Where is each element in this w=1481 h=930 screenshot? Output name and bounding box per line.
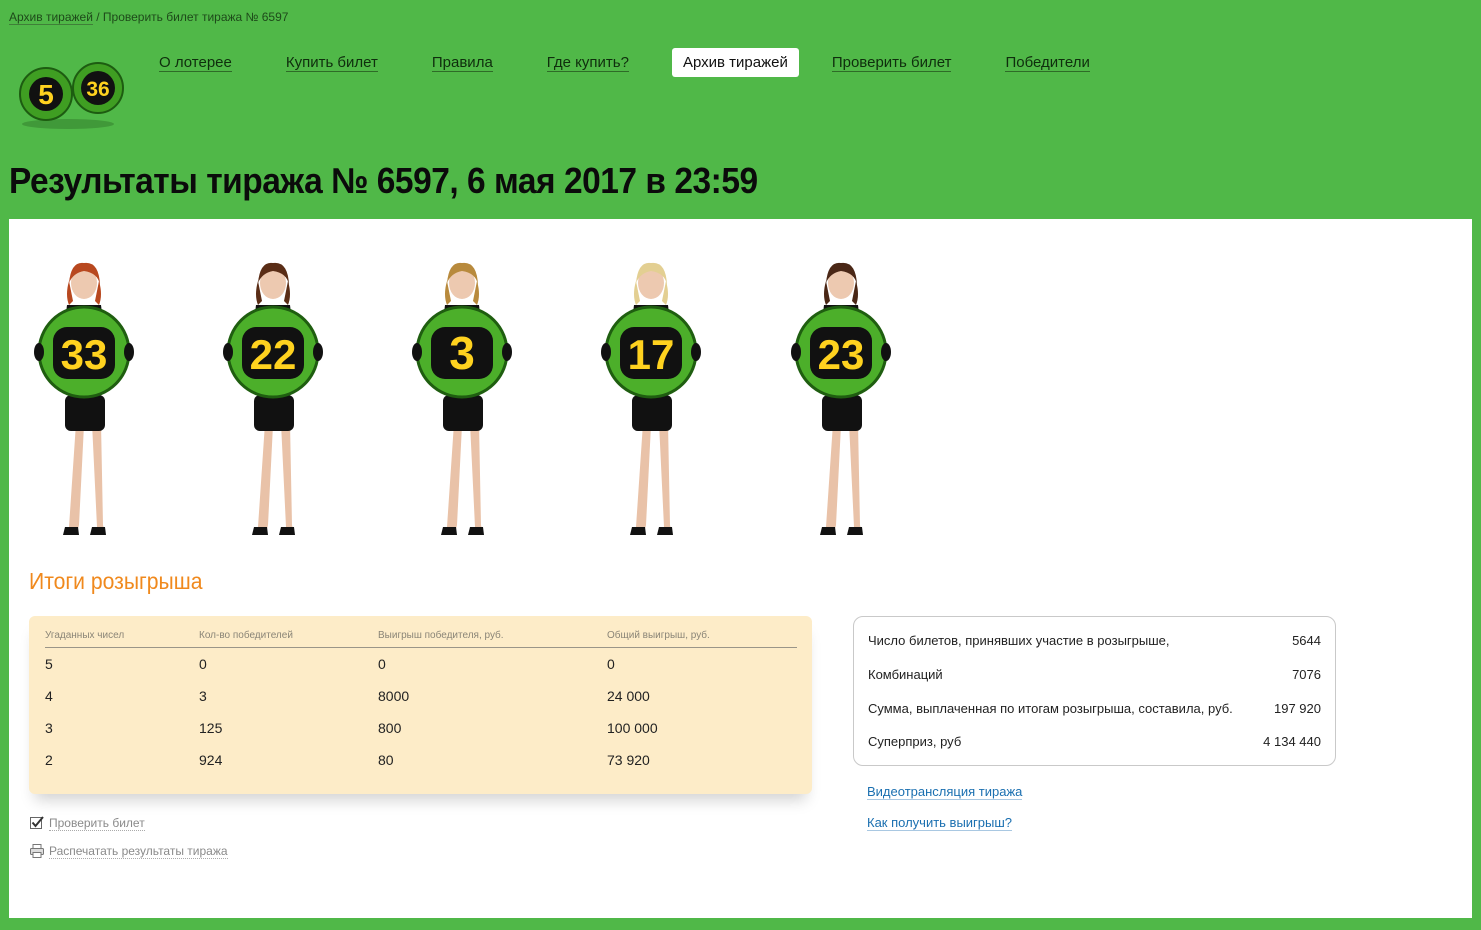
nav-item-archive[interactable]: Архив тиражей (671, 48, 799, 77)
nav-item-where-to-buy[interactable]: Где купить? (536, 48, 640, 77)
nav-item-label: О лотерее (159, 54, 232, 72)
main-nav: О лотерее Купить билет Правила Где купит… (148, 48, 1133, 77)
stat-superprize: Суперприз, руб 4 134 440 (868, 734, 1321, 749)
cell-guessed: 4 (45, 688, 53, 704)
breadcrumb-separator: / (92, 10, 103, 24)
cell-winner-prize: 80 (378, 752, 394, 768)
printer-icon (30, 844, 44, 858)
cell-winners: 0 (199, 656, 207, 672)
drawn-ball-number: 3 (449, 327, 475, 379)
stat-value: 4 134 440 (1263, 734, 1321, 749)
drawn-ball-4: 17 (601, 262, 701, 535)
print-results-link[interactable]: Распечатать результаты тиража (49, 844, 228, 859)
drawn-ball-number: 23 (818, 331, 865, 378)
cell-winners: 924 (199, 752, 223, 768)
lottery-logo[interactable]: 5 36 (18, 58, 130, 130)
header-winner-prize: Выигрыш победителя, руб. (378, 628, 607, 648)
table-row: 2 924 80 73 920 (45, 744, 797, 776)
nav-item-label: Купить билет (285, 54, 378, 72)
stat-label: Сумма, выплаченная по итогам розыгрыша, … (868, 701, 1233, 716)
nav-item-label: Проверить билет (831, 54, 952, 72)
cell-guessed: 3 (45, 720, 53, 736)
check-ticket-link[interactable]: Проверить билет (49, 816, 145, 831)
cell-winners: 3 (199, 688, 207, 704)
cell-winner-prize: 0 (378, 656, 386, 672)
nav-item-buy-ticket[interactable]: Купить билет (275, 48, 389, 77)
breadcrumb-current: Проверить билет тиража № 6597 (102, 10, 289, 24)
table-row: 3 125 800 100 000 (45, 712, 797, 744)
stat-label: Суперприз, руб (868, 734, 962, 749)
video-link-label: Видеотрансляция тиража (867, 784, 1023, 800)
check-ticket-action[interactable]: Проверить билет (29, 815, 228, 831)
results-title: Итоги розыгрыша (29, 568, 203, 594)
result-actions: Проверить билет Распечатать результаты т… (29, 815, 228, 871)
table-row: 5 0 0 0 (45, 648, 797, 681)
logo-ball-1: 5 (38, 79, 54, 110)
nav-item-winners[interactable]: Победители (994, 48, 1100, 77)
stat-label: Комбинаций (868, 667, 943, 682)
cell-guessed: 5 (45, 656, 53, 672)
breadcrumb: Архив тиражей / Проверить билет тиража №… (9, 10, 289, 25)
cell-total-prize: 24 000 (607, 688, 650, 704)
header-winners-count: Кол-во победителей (199, 628, 378, 648)
drawn-ball-3: 3 (412, 262, 512, 535)
nav-item-about[interactable]: О лотерее (148, 48, 243, 77)
stat-value: 7076 (1292, 667, 1321, 682)
how-to-get-prize-link[interactable]: Как получить выигрыш? (867, 815, 1022, 831)
cell-total-prize: 73 920 (607, 752, 650, 768)
drawn-ball-number: 33 (61, 331, 108, 378)
drawn-ball-number: 22 (250, 331, 297, 378)
checkbox-checked-icon (30, 816, 44, 829)
table-row: 4 3 8000 24 000 (45, 680, 797, 712)
header-total-prize: Общий выигрыш, руб. (607, 628, 797, 648)
drawn-ball-2: 22 (223, 262, 323, 535)
cell-guessed: 2 (45, 752, 53, 768)
nav-item-label: Победители (1005, 54, 1090, 72)
prize-table: Угаданных чисел Кол-во победителей Выигр… (45, 628, 797, 776)
nav-item-label: Архив тиражей (682, 54, 788, 71)
breadcrumb-archive-link[interactable]: Архив тиражей (9, 10, 93, 25)
stat-value: 197 920 (1274, 701, 1321, 716)
cell-winners: 125 (199, 720, 223, 736)
stat-paid-total: Сумма, выплаченная по итогам розыгрыша, … (868, 701, 1321, 716)
stat-tickets: Число билетов, принявших участие в розыг… (868, 633, 1321, 648)
video-link[interactable]: Видеотрансляция тиража (867, 784, 1023, 800)
side-links: Видеотрансляция тиража Как получить выиг… (867, 784, 1023, 846)
drawn-ball-1: 33 (34, 262, 134, 535)
nav-item-label: Где купить? (546, 54, 629, 72)
drawn-ball-number: 17 (628, 331, 675, 378)
prize-table-header: Угаданных чисел Кол-во победителей Выигр… (45, 628, 797, 648)
logo-ball-2: 36 (86, 78, 109, 101)
nav-item-label: Правила (431, 54, 493, 72)
prize-table-card: Угаданных чисел Кол-во победителей Выигр… (29, 616, 812, 794)
how-to-get-link-label: Как получить выигрыш? (867, 815, 1013, 831)
header-guessed: Угаданных чисел (45, 628, 199, 648)
nav-item-check-ticket[interactable]: Проверить билет (821, 48, 963, 77)
cell-total-prize: 100 000 (607, 720, 658, 736)
drawn-balls: 33 22 3 17 23 (9, 219, 909, 549)
cell-total-prize: 0 (607, 656, 615, 672)
results-panel: 33 22 3 17 23 Итоги розыгрыша Угаданных чисе… (9, 219, 1472, 918)
draw-stats-box: Число билетов, принявших участие в розыг… (853, 616, 1336, 766)
page-title: Результаты тиража № 6597, 6 мая 2017 в 2… (9, 160, 758, 201)
stat-label: Число билетов, принявших участие в розыг… (868, 633, 1170, 648)
cell-winner-prize: 800 (378, 720, 402, 736)
stat-combinations: Комбинаций 7076 (868, 667, 1321, 682)
drawn-ball-5: 23 (791, 262, 891, 535)
stat-value: 5644 (1292, 633, 1321, 648)
nav-item-rules[interactable]: Правила (421, 48, 504, 77)
cell-winner-prize: 8000 (378, 688, 410, 704)
print-results-action[interactable]: Распечатать результаты тиража (29, 843, 228, 859)
